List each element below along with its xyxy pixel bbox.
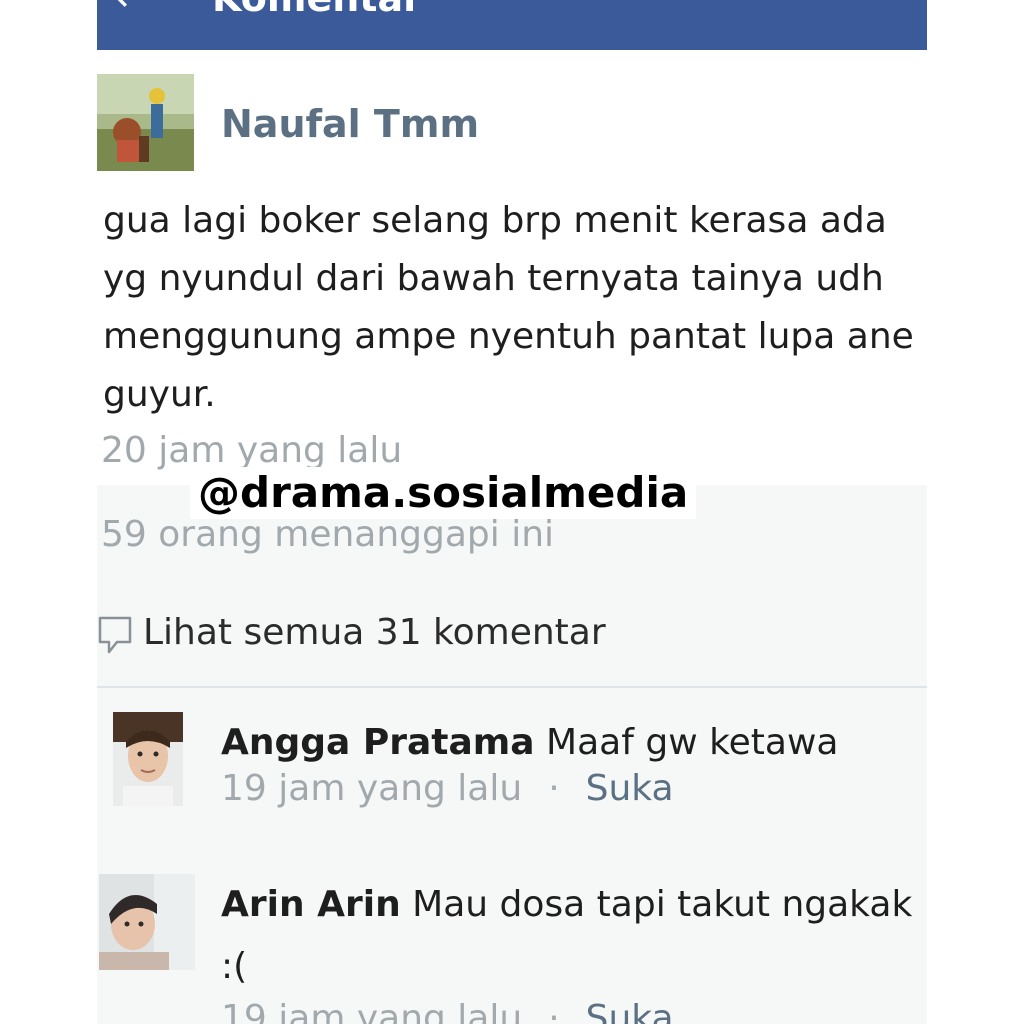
view-all-comments-label: Lihat semua 31 komentar	[143, 612, 606, 653]
post-author-name[interactable]: Naufal Tmm	[221, 102, 479, 146]
separator-dot: ·	[548, 768, 560, 809]
view-all-comments-link[interactable]: Lihat semua 31 komentar	[97, 604, 797, 664]
comment-bubble-icon	[98, 616, 132, 654]
top-app-bar: ← Komentar	[97, 0, 927, 50]
avatar[interactable]	[97, 74, 194, 171]
page-title: Komentar	[212, 0, 422, 18]
comment-body: Arin Arin Mau dosa tapi takut ngakak :(	[221, 874, 921, 998]
reactions-count[interactable]: 59 orang menanggapi ini	[101, 514, 554, 555]
comment-body: Angga Pratama Maaf gw ketawa	[221, 712, 921, 774]
like-button[interactable]: Suka	[586, 768, 674, 809]
avatar[interactable]	[99, 874, 195, 970]
comment-timestamp: 19 jam yang lalu	[221, 768, 523, 809]
post-card: Naufal Tmm gua lagi boker selang brp men…	[97, 50, 927, 485]
comment-author-name[interactable]: Arin Arin	[221, 884, 401, 925]
separator-dot: ·	[548, 998, 560, 1024]
avatar[interactable]	[113, 712, 183, 806]
watermark-text: @drama.sosialmedia	[190, 467, 697, 519]
comment-author-name[interactable]: Angga Pratama	[221, 722, 535, 763]
avatar-image	[99, 874, 195, 970]
comment-meta: 19 jam yang lalu · Suka	[221, 998, 674, 1024]
avatar-image	[97, 74, 194, 171]
arrow-left-icon[interactable]: ←	[115, 0, 149, 18]
like-button[interactable]: Suka	[586, 998, 674, 1024]
divider	[97, 686, 927, 688]
comment-timestamp: 19 jam yang lalu	[221, 998, 523, 1024]
comment-text: Maaf gw ketawa	[546, 722, 839, 763]
comment-meta: 19 jam yang lalu · Suka	[221, 768, 674, 809]
avatar-image	[113, 712, 183, 806]
post-text: gua lagi boker selang brp menit kerasa a…	[103, 200, 914, 415]
post-timestamp: 20 jam yang lalu	[101, 430, 403, 471]
